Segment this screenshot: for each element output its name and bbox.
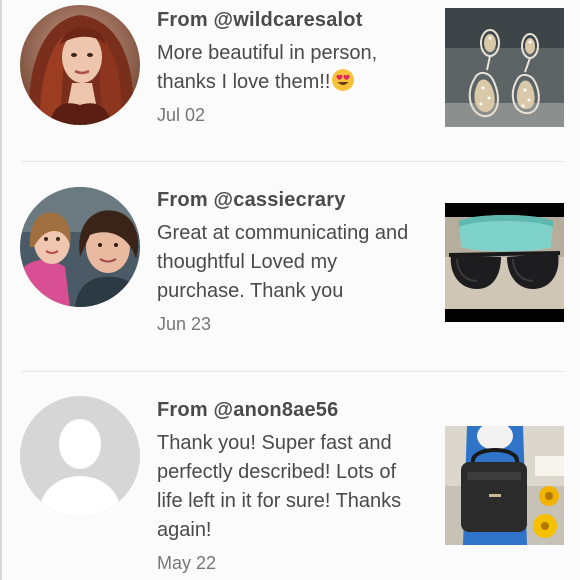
review-author[interactable]: From @cassiecrary [157,186,427,214]
earrings-photo-image [445,8,564,127]
review-item[interactable]: From @cassiecrary Great at communicating… [2,170,580,370]
review-content: From @anon8ae56 Thank you! Super fast an… [157,396,427,575]
sunglasses-photo-image [445,203,564,322]
backpack-photo-image [445,426,564,545]
avatar-mother-daughter-image [20,187,140,307]
review-content: From @cassiecrary Great at communicating… [157,186,427,336]
default-avatar-silhouette-icon [20,396,140,516]
review-author[interactable]: From @anon8ae56 [157,396,427,424]
listing-thumbnail[interactable] [445,203,564,322]
review-date: Jul 02 [157,105,206,125]
review-text: Thank you! Super fast and perfectly desc… [157,432,402,541]
review-item[interactable]: From @anon8ae56 Thank you! Super fast an… [2,380,580,580]
reviewer-avatar[interactable] [20,396,140,516]
review-date: Jun 23 [157,314,212,334]
review-date: May 22 [157,553,217,573]
review-text: Great at communicating and thoughtful Lo… [157,222,409,302]
divider [22,371,564,372]
review-content: From @wildcaresalot More beautiful in pe… [157,6,427,127]
listing-thumbnail[interactable] [445,8,564,127]
divider [22,161,564,162]
review-item[interactable]: From @wildcaresalot More beautiful in pe… [2,0,580,160]
review-list: From @wildcaresalot More beautiful in pe… [0,0,580,580]
review-author[interactable]: From @wildcaresalot [157,6,427,34]
reviewer-avatar[interactable] [20,5,140,125]
listing-thumbnail[interactable] [445,426,564,545]
review-text: More beautiful in person, thanks I love … [157,42,378,93]
avatar-woman-red-hair-image [20,5,140,125]
heart-eyes-emoji-icon [332,69,355,91]
reviewer-avatar[interactable] [20,187,140,307]
